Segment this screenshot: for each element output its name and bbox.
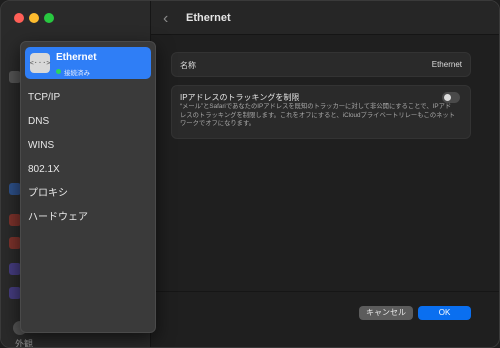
minimize-window-button[interactable] — [29, 13, 39, 23]
cancel-button[interactable]: キャンセル — [359, 306, 413, 320]
sidebar-item-tcpip[interactable]: TCP/IP — [28, 86, 88, 110]
sidebar-item-proxy[interactable]: プロキシ — [28, 182, 88, 206]
sidebar-item-wins[interactable]: WINS — [28, 134, 88, 158]
ethernet-icon: <···> — [29, 53, 51, 73]
ip-tracking-description: “メール”とSafariであなたのIPアドレスを既知のトラッカーに対して非公開に… — [180, 103, 456, 128]
name-row: 名称 Ethernet — [171, 52, 471, 77]
connected-status-dot — [56, 69, 61, 74]
sidebar-item-dns[interactable]: DNS — [28, 110, 88, 134]
ethernet-name: Ethernet — [56, 52, 97, 63]
sidebar-item-ethernet[interactable]: <···> Ethernet 接続済み — [25, 47, 151, 79]
sidebar-item-8021x[interactable]: 802.1X — [28, 158, 88, 182]
network-detail-sidebar: <···> Ethernet 接続済み TCP/IP DNS WINS 802.… — [20, 41, 156, 333]
name-value: Ethernet — [431, 60, 462, 69]
detail-menu: TCP/IP DNS WINS 802.1X プロキシ ハードウェア — [28, 86, 88, 230]
footer-divider — [151, 291, 499, 292]
sidebar-item-appearance[interactable]: 外観 — [15, 337, 33, 347]
close-window-button[interactable] — [14, 13, 24, 23]
back-chevron-icon[interactable]: ‹ — [163, 10, 168, 28]
settings-window: 外観 ‹ Ethernet 名称 Ethernet IPアドレスのトラッキングを… — [0, 0, 500, 348]
ok-button[interactable]: OK — [418, 306, 471, 320]
sidebar-item-hardware[interactable]: ハードウェア — [28, 206, 88, 230]
ip-tracking-toggle[interactable] — [442, 92, 460, 103]
ethernet-status: 接続済み — [64, 70, 90, 77]
zoom-window-button[interactable] — [44, 13, 54, 23]
window-title: Ethernet — [186, 12, 231, 24]
ip-tracking-title: IPアドレスのトラッキングを制限 — [180, 93, 300, 102]
name-label: 名称 — [180, 61, 196, 70]
ip-tracking-row: IPアドレスのトラッキングを制限 “メール”とSafariであなたのIPアドレス… — [171, 85, 471, 139]
